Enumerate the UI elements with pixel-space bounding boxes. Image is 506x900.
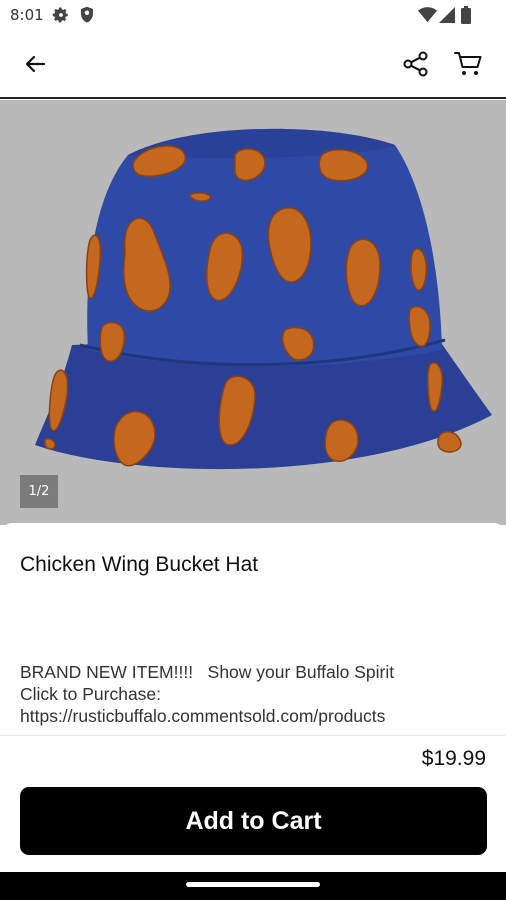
product-image[interactable] [0,100,506,525]
cart-icon [453,50,483,82]
description-line: BRAND NEW ITEM!!!! Show your Buffalo Spi… [20,662,395,682]
product-description: BRAND NEW ITEM!!!! Show your Buffalo Spi… [20,661,490,727]
image-counter: 1/2 [20,475,58,508]
share-icon [402,50,430,82]
description-line: Click to Purchase: [20,684,162,704]
back-arrow-icon [23,52,47,80]
signal-icon [439,7,455,27]
product-price: $19.99 [421,747,486,770]
home-gesture-handle[interactable] [186,882,320,887]
product-title: Chicken Wing Bucket Hat [20,553,259,576]
status-bar: 8:01 [0,0,506,32]
system-nav-bar [0,872,506,900]
app-bar [0,32,506,99]
description-link[interactable]: https://rusticbuffalo.commentsold.com/pr… [20,705,490,727]
add-to-cart-label: Add to Cart [185,806,322,835]
back-button[interactable] [15,46,55,86]
shield-icon [79,6,95,28]
gear-icon [52,6,70,28]
battery-icon [461,6,471,28]
status-time: 8:01 [10,6,44,24]
share-button[interactable] [396,46,436,86]
cart-button[interactable] [448,46,488,86]
wifi-icon [418,7,437,27]
add-to-cart-button[interactable]: Add to Cart [20,787,487,855]
divider [0,735,506,736]
bucket-hat-image [35,128,492,470]
